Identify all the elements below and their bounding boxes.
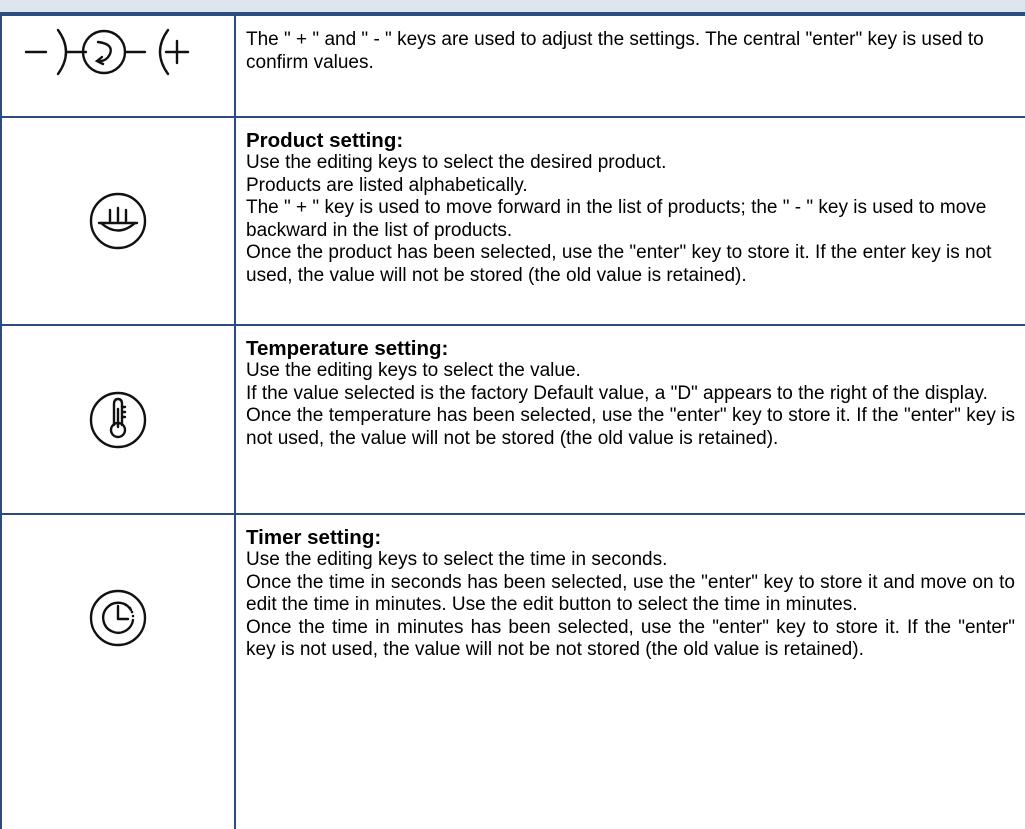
paragraph: If the value selected is the factory Def… <box>246 382 988 404</box>
table-row: The " + " and " - " keys are used to adj… <box>0 14 1025 118</box>
paragraph: Products are listed alphabetically. <box>246 174 528 196</box>
key-function-table: The " + " and " - " keys are used to adj… <box>0 14 1025 829</box>
paragraph: The " + " key is used to move forward in… <box>246 197 987 241</box>
description-cell: Temperature setting: Use the editing key… <box>234 324 1025 515</box>
icon-cell <box>0 116 236 326</box>
paragraph: Once the time in seconds has been select… <box>246 571 1015 616</box>
table-header-band <box>0 0 1025 14</box>
paragraph: Use the editing keys to select the value… <box>246 360 581 381</box>
product-setting-icon <box>89 192 147 250</box>
thermometer-icon <box>89 391 147 448</box>
icon-cell <box>0 324 236 515</box>
section-heading: Temperature setting: <box>246 337 449 360</box>
section-heading: Product setting: <box>246 129 404 152</box>
paragraph: Once the temperature has been selected, … <box>246 405 1015 449</box>
plus-minus-enter-icons <box>24 28 190 76</box>
icon-cell <box>0 14 236 118</box>
icon-cell <box>0 513 236 829</box>
section-heading: Timer setting: <box>246 526 382 549</box>
paragraph: Once the time in minutes has been select… <box>246 616 1015 661</box>
table-row: Temperature setting: Use the editing key… <box>0 324 1025 515</box>
keys-description: The " + " and " - " keys are used to adj… <box>246 29 984 73</box>
table-row: Product setting: Use the editing keys to… <box>0 116 1025 326</box>
manual-page: The " + " and " - " keys are used to adj… <box>0 0 1025 829</box>
paragraph: Use the editing keys to select the time … <box>246 549 668 570</box>
paragraph: Use the editing keys to select the desir… <box>246 152 667 173</box>
table-row: Timer setting: Use the editing keys to s… <box>0 513 1025 829</box>
description-cell: Timer setting: Use the editing keys to s… <box>234 513 1025 829</box>
paragraph: Once the product has been selected, use … <box>246 242 992 286</box>
clock-timer-icon <box>89 589 147 647</box>
description-cell: The " + " and " - " keys are used to adj… <box>234 14 1025 118</box>
description-cell: Product setting: Use the editing keys to… <box>234 116 1025 326</box>
